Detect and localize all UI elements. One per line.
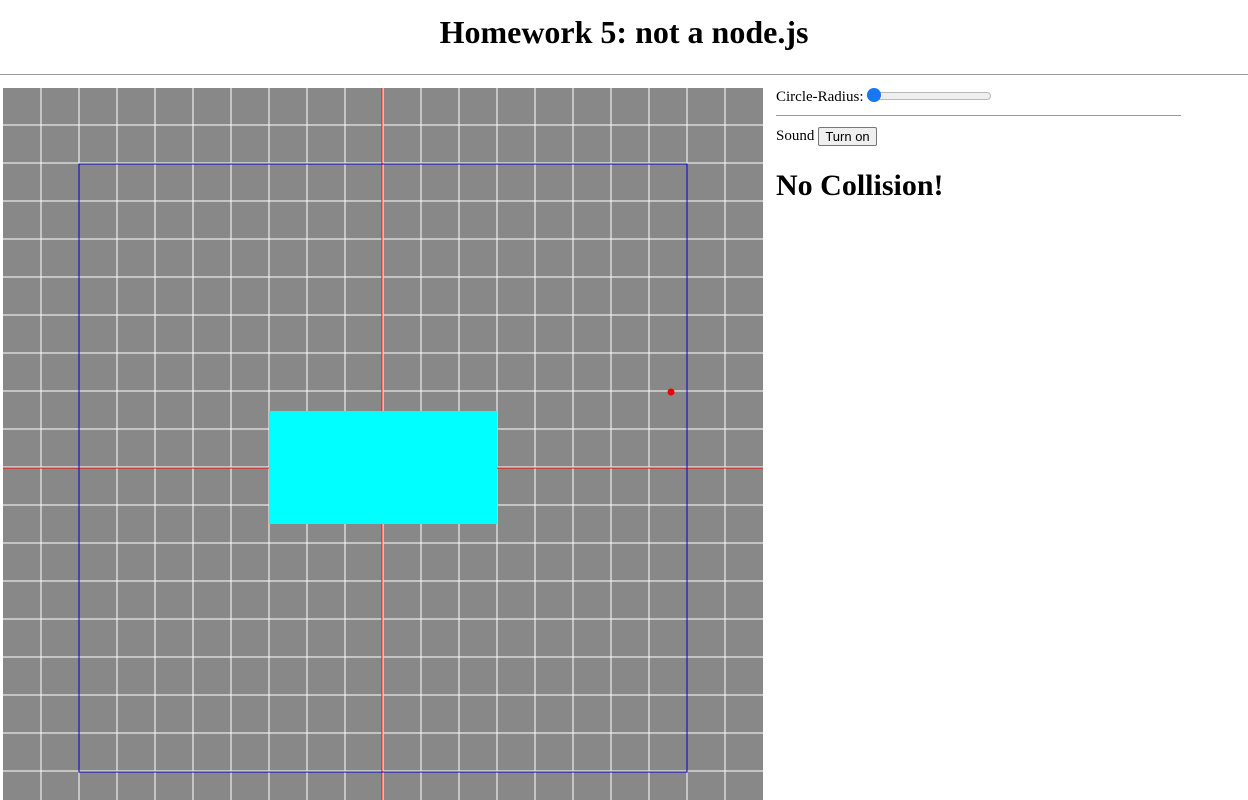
controls-divider <box>776 115 1181 116</box>
radius-slider[interactable] <box>867 86 992 108</box>
radius-control: Circle-Radius: <box>776 86 1186 108</box>
sound-toggle-button[interactable]: Turn on <box>818 126 877 146</box>
page-title: Homework 5: not a node.js <box>439 14 809 50</box>
controls-panel: Circle-Radius: Sound Turn on No Collisio… <box>776 86 1186 203</box>
header-divider <box>0 74 1248 75</box>
sound-control: Sound Turn on <box>776 125 1186 147</box>
drawing-canvas[interactable] <box>3 88 763 800</box>
slider-rail <box>867 92 992 100</box>
cyan-rectangle[interactable] <box>269 411 497 524</box>
sound-label: Sound <box>776 127 815 144</box>
collision-status: No Collision! <box>776 169 944 202</box>
moving-point[interactable] <box>667 388 675 396</box>
radius-label: Circle-Radius: <box>776 88 864 105</box>
